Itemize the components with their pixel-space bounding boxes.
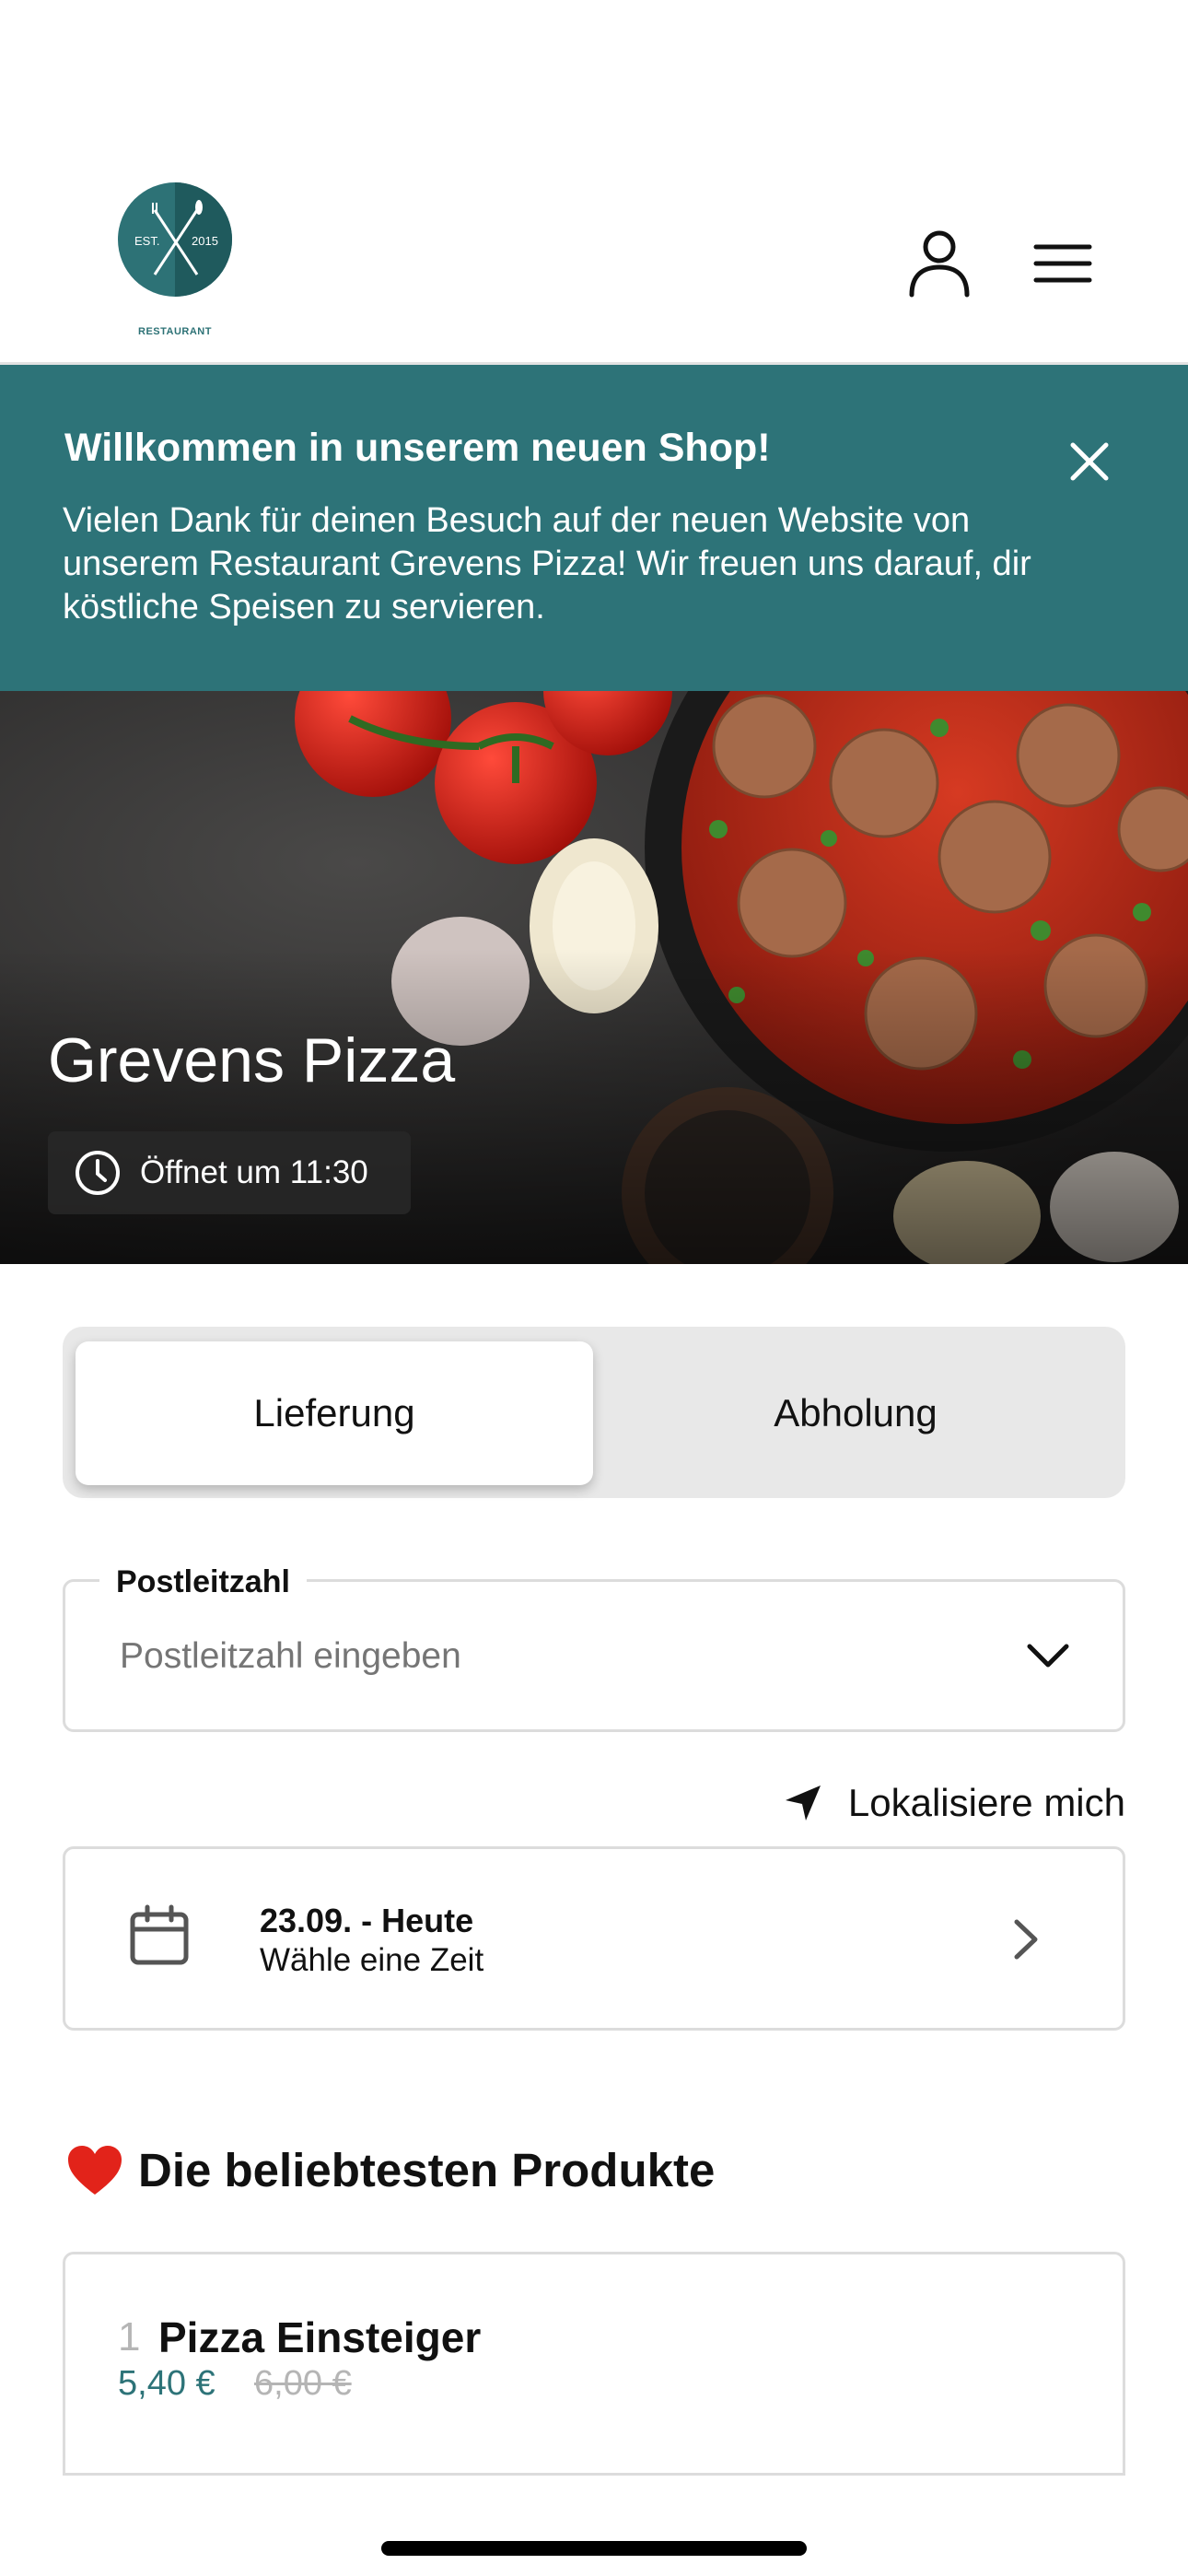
close-icon[interactable]	[1061, 433, 1118, 490]
restaurant-name: Grevens Pizza	[48, 1025, 456, 1095]
logo-subtitle: RESTAURANT	[138, 326, 212, 337]
choose-time-hint: Wähle eine Zeit	[260, 1942, 484, 1978]
logo-year-text: 2015	[192, 234, 218, 248]
postcode-label: Postleitzahl	[99, 1566, 307, 1598]
logo-est-text: EST.	[134, 234, 159, 248]
banner-text: Vielen Dank für deinen Besuch auf der ne…	[63, 501, 1031, 626]
chevron-down-icon[interactable]	[1022, 1631, 1074, 1682]
banner-title: Willkommen in unserem neuen Shop!	[64, 426, 771, 470]
product-name: Pizza Einsteiger	[158, 2313, 482, 2361]
home-indicator[interactable]	[381, 2541, 807, 2556]
opening-hours-badge: Öffnet um 11:30	[48, 1131, 411, 1214]
restaurant-logo[interactable]: EST. 2015	[118, 182, 232, 297]
location-arrow-icon	[785, 1786, 821, 1821]
person-icon[interactable]	[904, 228, 974, 299]
bottom-area	[0, 2478, 1188, 2576]
delivery-time-picker[interactable]	[63, 1846, 1125, 2031]
order-mode-toggle: Lieferung Abholung	[63, 1327, 1125, 1498]
product-card[interactable]	[63, 2252, 1125, 2473]
locate-me-label: Lokalisiere mich	[847, 1781, 1125, 1824]
selected-date: 23.09. - Heute	[260, 1902, 474, 1939]
calendar-icon	[130, 1904, 189, 1965]
tab-abholung[interactable]: Abholung	[597, 1341, 1114, 1485]
hamburger-menu-icon[interactable]	[1028, 228, 1098, 299]
product-divider	[63, 2473, 1125, 2476]
popular-products-heading: Die beliebtesten Produkte	[66, 2143, 715, 2197]
product-price: 5,40 €	[118, 2364, 215, 2403]
tab-lieferung[interactable]: Lieferung	[76, 1341, 593, 1485]
popular-products-title: Die beliebtesten Produkte	[138, 2144, 716, 2196]
postcode-input[interactable]	[120, 1636, 930, 1677]
clock-icon	[76, 1151, 120, 1195]
product-rank: 1	[118, 2314, 141, 2359]
opening-hours-text: Öffnet um 11:30	[140, 1154, 368, 1190]
product-old-price: 6,00 €	[254, 2364, 352, 2403]
locate-me-button[interactable]: Lokalisiere mich	[784, 1776, 1125, 1830]
heart-icon	[66, 2145, 123, 2196]
chevron-right-icon	[1014, 1919, 1038, 1960]
